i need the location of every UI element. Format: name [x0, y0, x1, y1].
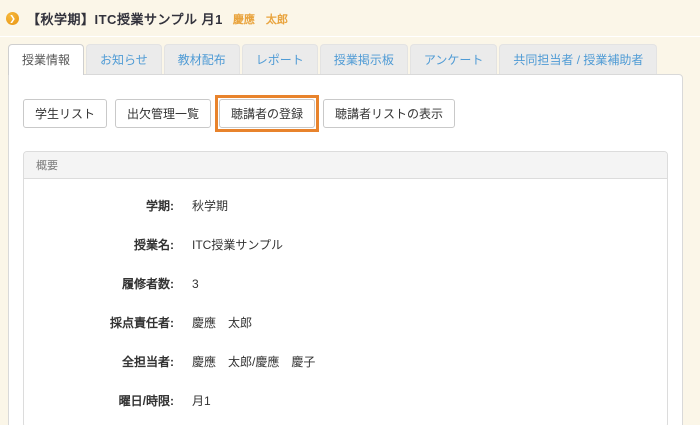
- tab-announcements[interactable]: お知らせ: [86, 44, 162, 74]
- overview-row-enrolled-count: 履修者数: 3: [24, 275, 667, 292]
- tab-survey[interactable]: アンケート: [410, 44, 498, 74]
- overview-row-day-period: 曜日/時限: 月1: [24, 392, 667, 409]
- tab-co-instructors[interactable]: 共同担当者 / 授業補助者: [499, 44, 657, 74]
- tab-materials[interactable]: 教材配布: [164, 44, 240, 74]
- attendance-list-button[interactable]: 出欠管理一覧: [115, 99, 211, 128]
- overview-section: 概要 学期: 秋学期 授業名: ITC授業サンプル 履修者数: 3 採点責任者:…: [23, 151, 668, 425]
- tab-course-info[interactable]: 授業情報: [8, 44, 84, 75]
- page-header: ❯ 【秋学期】ITC授業サンプル 月1 慶應 太郎: [0, 0, 700, 28]
- page-title: 【秋学期】ITC授業サンプル 月1: [27, 9, 223, 28]
- overview-row-course-name: 授業名: ITC授業サンプル: [24, 236, 667, 253]
- overview-row-grading-lead: 採点責任者: 慶應 太郎: [24, 314, 667, 331]
- overview-section-title: 概要: [24, 152, 667, 179]
- overview-row-label: 授業名:: [24, 236, 174, 253]
- tab-reports[interactable]: レポート: [242, 44, 318, 74]
- arrow-bullet-icon: ❯: [6, 12, 19, 25]
- overview-row-value: 慶應 太郎/慶應 慶子: [192, 353, 315, 370]
- show-auditor-list-button[interactable]: 聴講者リストの表示: [323, 99, 455, 128]
- overview-row-value: 慶應 太郎: [192, 314, 252, 331]
- overview-row-label: 学期:: [24, 197, 174, 214]
- overview-row-value: 秋学期: [192, 197, 228, 214]
- student-list-button[interactable]: 学生リスト: [23, 99, 107, 128]
- tab-course-board[interactable]: 授業掲示板: [320, 44, 408, 74]
- header-separator: [0, 36, 700, 37]
- content-panel: 学生リスト 出欠管理一覧 聴講者の登録 聴講者リストの表示 概要 学期: 秋学期…: [8, 74, 683, 425]
- highlight-annotation: 聴講者の登録: [215, 95, 319, 132]
- overview-row-label: 全担当者:: [24, 353, 174, 370]
- action-button-row: 学生リスト 出欠管理一覧 聴講者の登録 聴講者リストの表示: [9, 75, 682, 128]
- tab-bar: 授業情報 お知らせ 教材配布 レポート 授業掲示板 アンケート 共同担当者 / …: [0, 44, 700, 74]
- overview-row-semester: 学期: 秋学期: [24, 197, 667, 214]
- overview-section-body: 学期: 秋学期 授業名: ITC授業サンプル 履修者数: 3 採点責任者: 慶應…: [24, 179, 667, 425]
- overview-row-value: 3: [192, 277, 199, 291]
- register-auditors-button[interactable]: 聴講者の登録: [219, 99, 315, 128]
- user-name-link[interactable]: 慶應 太郎: [233, 11, 288, 27]
- overview-row-label: 曜日/時限:: [24, 392, 174, 409]
- overview-row-label: 採点責任者:: [24, 314, 174, 331]
- overview-row-value: 月1: [192, 392, 211, 409]
- overview-row-all-instructors: 全担当者: 慶應 太郎/慶應 慶子: [24, 353, 667, 370]
- overview-row-label: 履修者数:: [24, 275, 174, 292]
- overview-row-value: ITC授業サンプル: [192, 236, 283, 253]
